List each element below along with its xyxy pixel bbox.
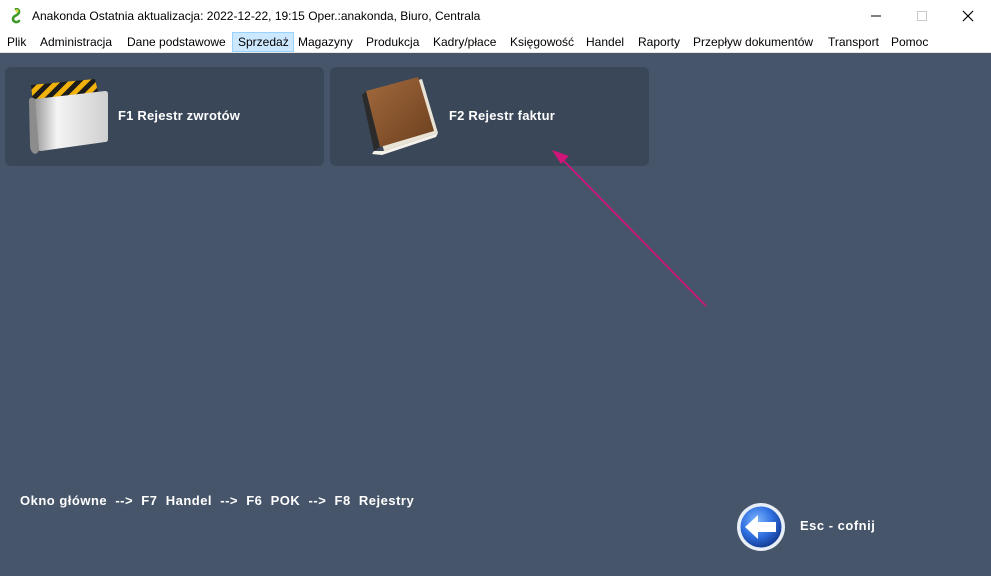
menu-kadry-place[interactable]: Kadry/płace [433, 33, 496, 51]
main-panel: F1 Rejestr zwrotów F2 Rejestr faktur Okn… [0, 53, 991, 576]
menu-dane-podstawowe[interactable]: Dane podstawowe [127, 33, 226, 51]
menu-handel[interactable]: Handel [586, 33, 624, 51]
menu-przeplyw-dokumentow[interactable]: Przepływ dokumentów [693, 33, 813, 51]
menu-ksiegowosc[interactable]: Księgowość [510, 33, 574, 51]
tile-rejestr-faktur[interactable]: F2 Rejestr faktur [330, 67, 649, 166]
title-bar: Anakonda Ostatnia aktualizacja: 2022-12-… [0, 0, 991, 32]
menu-magazyny[interactable]: Magazyny [298, 33, 353, 51]
back-label: Esc - cofnij [800, 518, 876, 533]
menu-raporty[interactable]: Raporty [638, 33, 680, 51]
close-icon [962, 10, 974, 22]
menu-administracja[interactable]: Administracja [40, 33, 112, 51]
book-icon [362, 77, 438, 155]
menu-pomoc[interactable]: Pomoc [891, 33, 928, 51]
tile-rejestr-zwrotow[interactable]: F1 Rejestr zwrotów [5, 67, 324, 166]
menu-produkcja[interactable]: Produkcja [366, 33, 419, 51]
maximize-icon [917, 11, 927, 21]
folder-caution-icon [29, 79, 108, 154]
close-button[interactable] [945, 0, 991, 32]
back-arrow-icon[interactable] [736, 502, 786, 552]
tile-label-rejestr-zwrotow: F1 Rejestr zwrotów [118, 108, 241, 123]
maximize-button[interactable] [899, 0, 945, 32]
tile-label-rejestr-faktur: F2 Rejestr faktur [449, 108, 555, 123]
breadcrumb: Okno główne --> F7 Handel --> F6 POK -->… [20, 493, 415, 508]
minimize-button[interactable] [853, 0, 899, 32]
menu-sprzedaz[interactable]: Sprzedaż [232, 32, 294, 52]
minimize-icon [871, 15, 881, 17]
window-title: Anakonda Ostatnia aktualizacja: 2022-12-… [32, 9, 481, 23]
menu-plik[interactable]: Plik [7, 33, 26, 51]
menu-transport[interactable]: Transport [828, 33, 879, 51]
menu-bar: Plik Administracja Dane podstawowe Sprze… [0, 32, 991, 53]
snake-logo-icon [11, 8, 21, 24]
